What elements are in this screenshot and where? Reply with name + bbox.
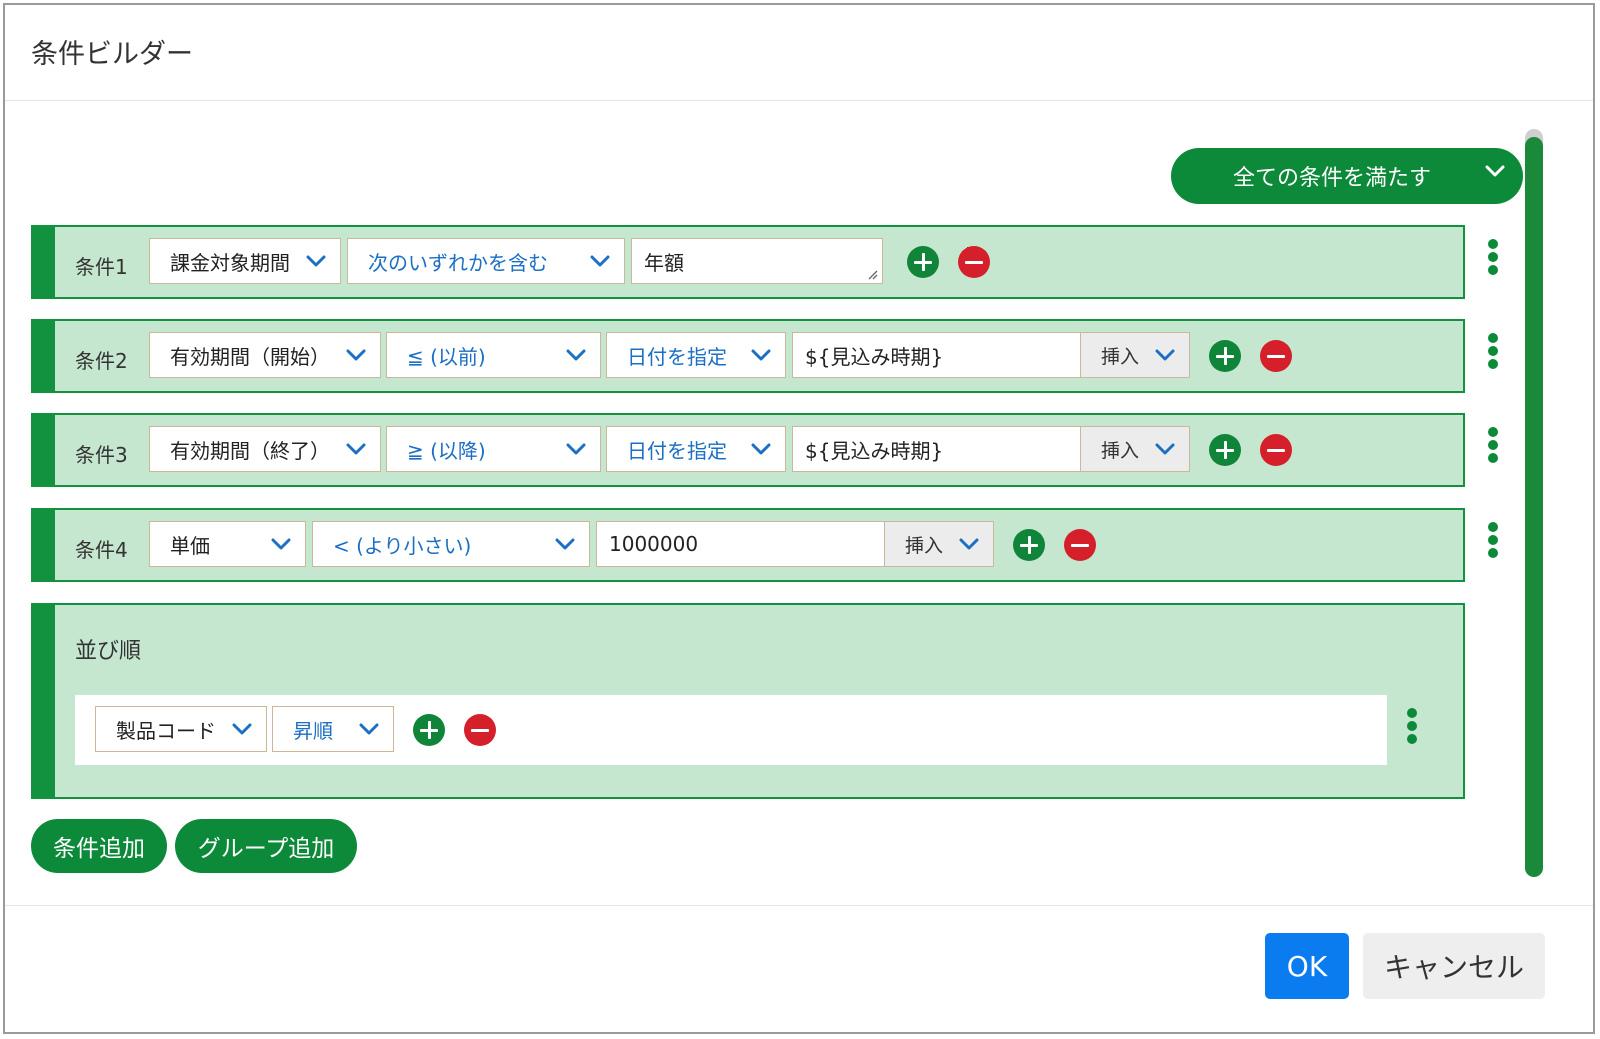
insert-button-label: 挿入 bbox=[905, 534, 944, 557]
condition-label: 条件3 bbox=[75, 443, 128, 467]
insert-button[interactable]: 挿入 bbox=[1080, 332, 1190, 378]
remove-sort-icon[interactable] bbox=[464, 714, 496, 746]
value-type-select-value: 日付を指定 bbox=[627, 344, 727, 369]
vertical-scrollbar[interactable] bbox=[1525, 129, 1543, 877]
add-condition-icon[interactable] bbox=[907, 246, 939, 278]
condition-row-3: 条件3 有効期間（終了） ≧ (以降) 日付を指定 ${見込み時期} 挿入 bbox=[31, 413, 1465, 487]
condition-accent-bar bbox=[33, 227, 55, 297]
remove-condition-icon[interactable] bbox=[1064, 529, 1096, 561]
insert-button-label: 挿入 bbox=[1101, 439, 1140, 462]
add-sort-icon[interactable] bbox=[413, 714, 445, 746]
value-type-select[interactable]: 日付を指定 bbox=[606, 426, 786, 472]
value-type-select[interactable]: 日付を指定 bbox=[606, 332, 786, 378]
field-select-value: 課金対象期間 bbox=[170, 250, 290, 275]
insert-button[interactable]: 挿入 bbox=[884, 521, 994, 567]
chevron-down-icon bbox=[566, 349, 586, 361]
condition-accent-bar bbox=[33, 415, 55, 485]
value-input-text: ${見込み時期} bbox=[805, 438, 944, 463]
value-input-text: ${見込み時期} bbox=[805, 344, 944, 369]
resize-grip-icon[interactable] bbox=[866, 268, 878, 280]
ok-button[interactable]: OK bbox=[1265, 933, 1349, 999]
add-condition-icon[interactable] bbox=[1013, 529, 1045, 561]
value-textarea[interactable]: 年額 bbox=[631, 238, 883, 284]
field-select[interactable]: 課金対象期間 bbox=[149, 238, 341, 284]
sort-row-menu-icon[interactable] bbox=[1406, 708, 1418, 747]
remove-condition-icon[interactable] bbox=[958, 246, 990, 278]
condition-row-1: 条件1 課金対象期間 次のいずれかを含む 年額 bbox=[31, 225, 1465, 299]
insert-button[interactable]: 挿入 bbox=[1080, 426, 1190, 472]
row-menu-icon[interactable] bbox=[1487, 333, 1499, 372]
value-textarea-text: 年額 bbox=[644, 251, 684, 275]
operator-select-value: < (より小さい) bbox=[333, 533, 472, 558]
field-select[interactable]: 有効期間（開始） bbox=[149, 332, 381, 378]
condition-accent-bar bbox=[33, 510, 55, 580]
operator-select[interactable]: ≧ (以降) bbox=[386, 426, 601, 472]
insert-button-label: 挿入 bbox=[1101, 345, 1140, 368]
add-condition-icon[interactable] bbox=[1209, 340, 1241, 372]
field-select-value: 有効期間（開始） bbox=[170, 344, 330, 369]
operator-select-value: ≧ (以降) bbox=[407, 438, 486, 463]
chevron-down-icon bbox=[346, 349, 366, 361]
value-type-select-value: 日付を指定 bbox=[627, 438, 727, 463]
dialog-footer: OK キャンセル bbox=[5, 905, 1593, 1035]
dialog-header: 条件ビルダー bbox=[5, 5, 1593, 101]
field-select[interactable]: 有効期間（終了） bbox=[149, 426, 381, 472]
match-mode-dropdown[interactable]: 全ての条件を満たす bbox=[1171, 148, 1523, 204]
chevron-down-icon bbox=[590, 255, 610, 267]
chevron-down-icon bbox=[306, 255, 326, 267]
operator-select[interactable]: < (より小さい) bbox=[312, 521, 590, 567]
add-condition-icon[interactable] bbox=[1209, 434, 1241, 466]
operator-select-value: ≦ (以前) bbox=[407, 344, 486, 369]
value-input[interactable]: 1000000 bbox=[596, 521, 886, 567]
sort-row: 製品コード 昇順 bbox=[75, 695, 1387, 765]
condition-label: 条件2 bbox=[75, 349, 128, 373]
chevron-down-icon bbox=[751, 349, 771, 361]
condition-row-2: 条件2 有効期間（開始） ≦ (以前) 日付を指定 ${見込み時期} 挿入 bbox=[31, 319, 1465, 393]
remove-condition-icon[interactable] bbox=[1260, 340, 1292, 372]
cancel-button[interactable]: キャンセル bbox=[1363, 933, 1545, 999]
field-select[interactable]: 単価 bbox=[149, 521, 306, 567]
field-select-value: 単価 bbox=[170, 533, 210, 558]
condition-row-4: 条件4 単価 < (より小さい) 1000000 挿入 bbox=[31, 508, 1465, 582]
sort-field-select[interactable]: 製品コード bbox=[95, 706, 267, 752]
row-menu-icon[interactable] bbox=[1487, 522, 1499, 561]
operator-select[interactable]: 次のいずれかを含む bbox=[347, 238, 625, 284]
field-select-value: 有効期間（終了） bbox=[170, 438, 330, 463]
row-menu-icon[interactable] bbox=[1487, 427, 1499, 466]
chevron-down-icon bbox=[359, 723, 379, 735]
chevron-down-icon bbox=[751, 443, 771, 455]
add-condition-button[interactable]: 条件追加 bbox=[31, 819, 167, 873]
chevron-down-icon bbox=[1485, 165, 1505, 177]
chevron-down-icon bbox=[959, 538, 979, 550]
match-mode-label: 全ての条件を満たす bbox=[1233, 166, 1432, 191]
add-group-button[interactable]: グループ追加 bbox=[175, 819, 357, 873]
condition-label: 条件1 bbox=[75, 255, 128, 279]
condition-label: 条件4 bbox=[75, 538, 128, 562]
chevron-down-icon bbox=[1155, 443, 1175, 455]
remove-condition-icon[interactable] bbox=[1260, 434, 1292, 466]
sort-order-value: 昇順 bbox=[293, 718, 333, 743]
operator-select-value: 次のいずれかを含む bbox=[368, 250, 548, 275]
sort-title: 並び順 bbox=[75, 639, 142, 664]
value-input[interactable]: ${見込み時期} bbox=[792, 332, 1082, 378]
condition-builder-dialog: 条件ビルダー 全ての条件を満たす 条件1 課金対象期間 次のいずれかを含む 年額 bbox=[3, 3, 1595, 1034]
row-menu-icon[interactable] bbox=[1487, 239, 1499, 278]
condition-accent-bar bbox=[33, 321, 55, 391]
operator-select[interactable]: ≦ (以前) bbox=[386, 332, 601, 378]
sort-field-value: 製品コード bbox=[116, 718, 216, 743]
scrollbar-thumb[interactable] bbox=[1525, 137, 1543, 877]
value-input-text: 1000000 bbox=[609, 532, 699, 556]
value-input[interactable]: ${見込み時期} bbox=[792, 426, 1082, 472]
chevron-down-icon bbox=[566, 443, 586, 455]
sort-group: 並び順 製品コード 昇順 bbox=[31, 603, 1465, 799]
sort-order-select[interactable]: 昇順 bbox=[272, 706, 394, 752]
chevron-down-icon bbox=[1155, 349, 1175, 361]
sort-accent-bar bbox=[33, 605, 55, 797]
chevron-down-icon bbox=[271, 538, 291, 550]
chevron-down-icon bbox=[555, 538, 575, 550]
chevron-down-icon bbox=[346, 443, 366, 455]
chevron-down-icon bbox=[232, 723, 252, 735]
dialog-title: 条件ビルダー bbox=[31, 39, 193, 70]
